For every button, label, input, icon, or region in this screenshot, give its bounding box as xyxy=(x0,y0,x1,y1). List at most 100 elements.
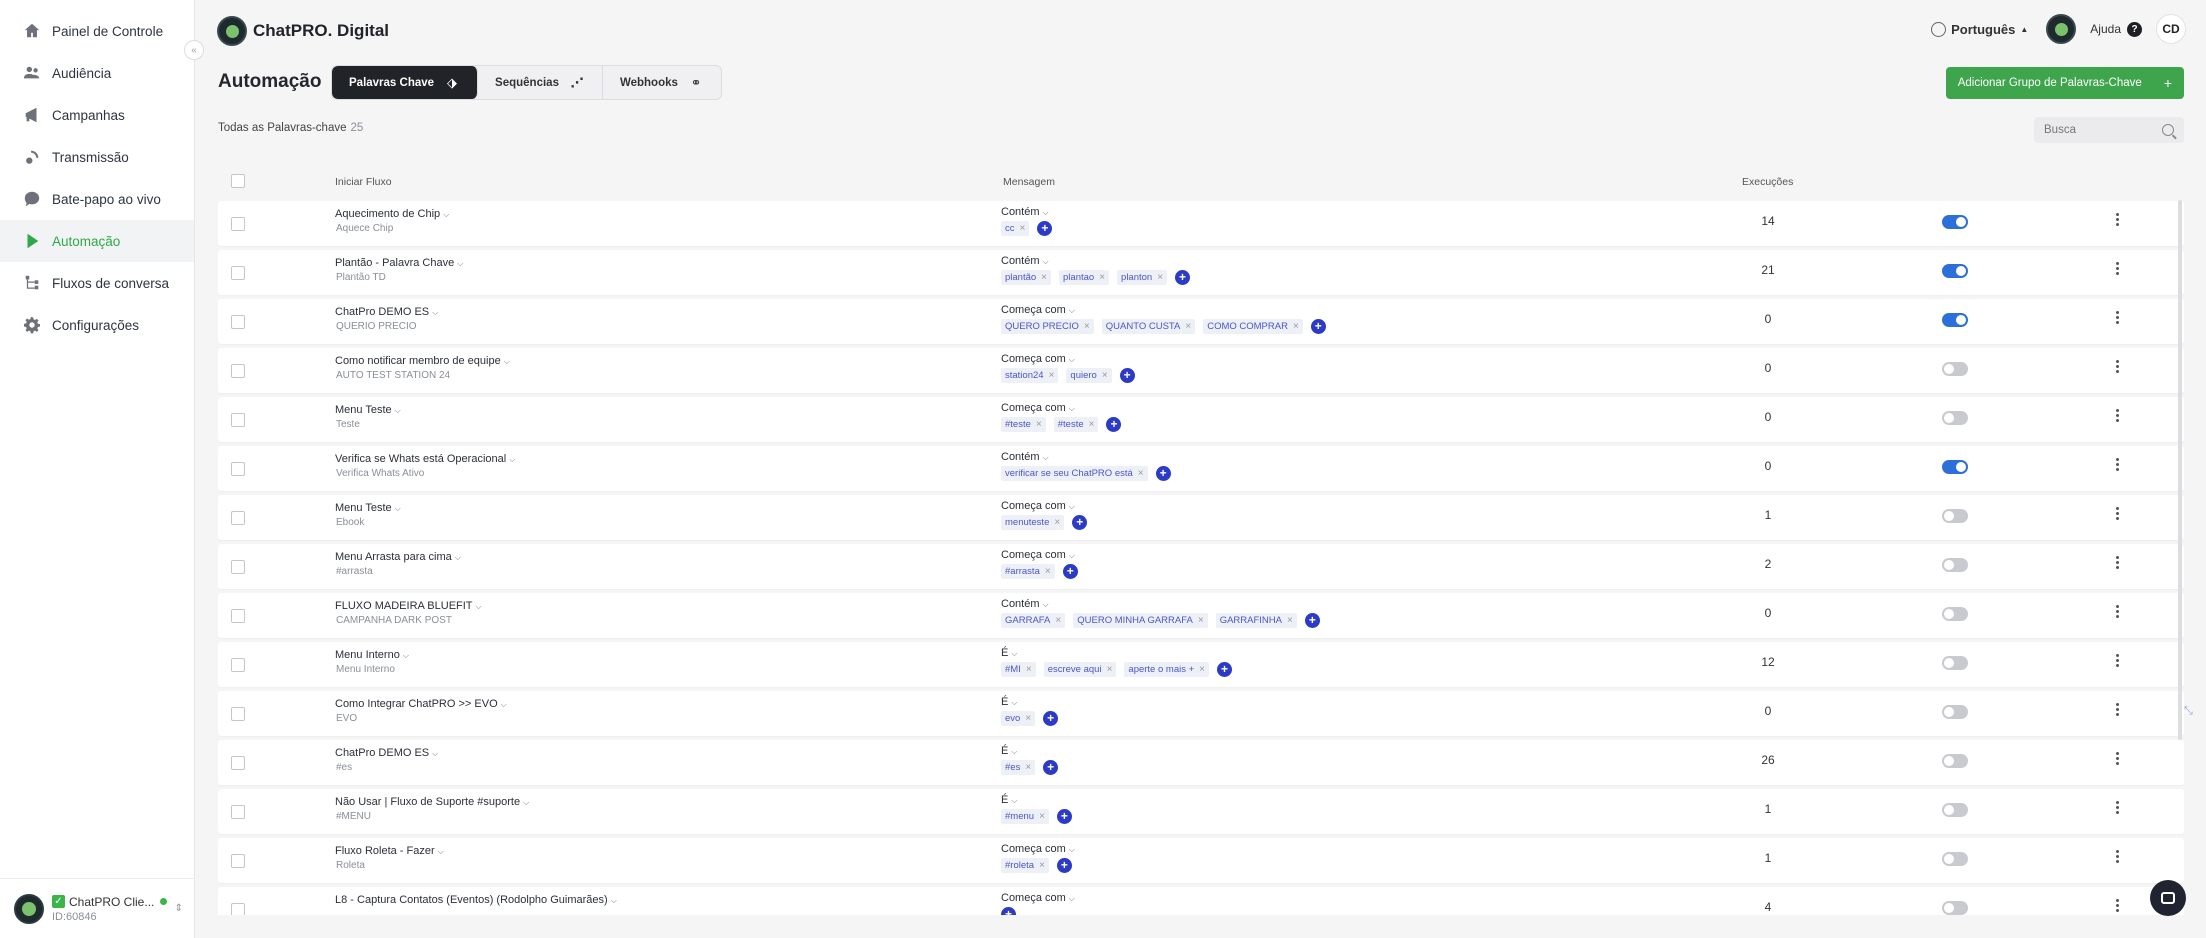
tab-webhooks[interactable]: Webhooks ⚭ xyxy=(603,66,721,99)
more-options-icon[interactable] xyxy=(2114,458,2120,473)
remove-keyword-icon[interactable]: × xyxy=(1089,419,1095,430)
table-row[interactable]: Verifica se Whats está Operacional ⌵ Verif… xyxy=(218,446,2184,491)
enable-toggle[interactable] xyxy=(1942,852,1968,866)
table-row[interactable]: L8 - Captura Contatos (Eventos) (Rodolph… xyxy=(218,887,2184,915)
remove-keyword-icon[interactable]: × xyxy=(1198,615,1204,626)
flow-selector[interactable]: Plantão - Palavra Chave ⌵ xyxy=(335,257,463,269)
match-type-selector[interactable]: Começa com ⌵ xyxy=(1001,843,1075,855)
flow-selector[interactable]: Como Integrar ChatPRO >> EVO ⌵ xyxy=(335,698,507,710)
enable-toggle[interactable] xyxy=(1942,215,1968,229)
add-keyword-button[interactable]: + xyxy=(1062,564,1078,579)
match-type-selector[interactable]: Contém ⌵ xyxy=(1001,206,1049,218)
add-keyword-button[interactable]: + xyxy=(1175,270,1191,285)
table-row[interactable]: Menu Interno ⌵ Menu Interno É ⌵ #MI × escreve a… xyxy=(218,642,2184,687)
add-keyword-button[interactable]: + xyxy=(1119,368,1135,383)
enable-toggle[interactable] xyxy=(1942,411,1968,425)
match-type-selector[interactable]: Contém ⌵ xyxy=(1001,598,1049,610)
remove-keyword-icon[interactable]: × xyxy=(1041,272,1047,283)
match-type-selector[interactable]: É ⌵ xyxy=(1001,647,1017,659)
row-checkbox[interactable] xyxy=(231,707,245,721)
more-options-icon[interactable] xyxy=(2114,654,2120,669)
tab-palavras-chave[interactable]: Palavras Chave ⬗ xyxy=(332,66,479,99)
tab-sequencias[interactable]: Sequências ⋰ xyxy=(478,66,603,99)
column-header-executions[interactable]: Execuções xyxy=(1742,176,1793,188)
add-keyword-button[interactable]: + xyxy=(1106,417,1122,432)
enable-toggle[interactable] xyxy=(1942,901,1968,915)
enable-toggle[interactable] xyxy=(1942,558,1968,572)
enable-toggle[interactable] xyxy=(1942,656,1968,670)
enable-toggle[interactable] xyxy=(1942,607,1968,621)
search-icon[interactable] xyxy=(2162,124,2174,136)
flow-selector[interactable]: Verifica se Whats está Operacional ⌵ xyxy=(335,453,515,465)
remove-keyword-icon[interactable]: × xyxy=(1036,419,1042,430)
table-row[interactable]: Menu Teste ⌵ Teste Começa com ⌵ #teste × #teste… xyxy=(218,397,2184,442)
more-options-icon[interactable] xyxy=(2114,801,2120,816)
support-chat-button[interactable] xyxy=(2150,880,2186,916)
row-checkbox[interactable] xyxy=(231,854,245,868)
select-all-checkbox[interactable] xyxy=(231,174,245,188)
remove-keyword-icon[interactable]: × xyxy=(1157,272,1163,283)
scrollbar[interactable] xyxy=(2178,200,2182,740)
table-row[interactable]: Plantão - Palavra Chave ⌵ Plantão TD Contém… xyxy=(218,250,2184,295)
match-type-selector[interactable]: Começa com ⌵ xyxy=(1001,892,1075,904)
column-header-flow[interactable]: Iniciar Fluxo xyxy=(335,176,392,188)
sidebar-item-painel-de-controle[interactable]: Painel de Controle xyxy=(0,10,194,52)
remove-keyword-icon[interactable]: × xyxy=(1199,664,1205,675)
avatar[interactable] xyxy=(2046,14,2077,44)
row-checkbox[interactable] xyxy=(231,462,245,476)
sidebar-item-campanhas[interactable]: Campanhas xyxy=(0,94,194,136)
flow-selector[interactable]: FLUXO MADEIRA BLUEFIT ⌵ xyxy=(335,600,482,612)
flow-selector[interactable]: ChatPro DEMO ES ⌵ xyxy=(335,306,438,318)
row-checkbox[interactable] xyxy=(231,560,245,574)
match-type-selector[interactable]: É ⌵ xyxy=(1001,696,1017,708)
flow-selector[interactable]: Menu Interno ⌵ xyxy=(335,649,409,661)
table-row[interactable]: Não Usar | Fluxo de Suporte #suporte ⌵ #ME… xyxy=(218,789,2184,834)
flow-selector[interactable]: Fluxo Roleta - Fazer ⌵ xyxy=(335,845,444,857)
table-row[interactable]: ChatPro DEMO ES ⌵ QUERIO PRECIO Começa com ⌵… xyxy=(218,299,2184,344)
remove-keyword-icon[interactable]: × xyxy=(1102,370,1108,381)
table-row[interactable]: Como Integrar ChatPRO >> EVO ⌵ EVO É ⌵ evo × +0 xyxy=(218,691,2184,736)
remove-keyword-icon[interactable]: × xyxy=(1025,713,1031,724)
remove-keyword-icon[interactable]: × xyxy=(1099,272,1105,283)
language-selector[interactable]: Português ▲ xyxy=(1931,21,2028,37)
table-row[interactable]: ChatPro DEMO ES ⌵ #es É ⌵ #es × +26 xyxy=(218,740,2184,785)
match-type-selector[interactable]: Contém ⌵ xyxy=(1001,255,1049,267)
flow-selector[interactable]: L8 - Captura Contatos (Eventos) (Rodolph… xyxy=(335,894,617,906)
remove-keyword-icon[interactable]: × xyxy=(1045,566,1051,577)
row-checkbox[interactable] xyxy=(231,609,245,623)
flow-selector[interactable]: Aquecimento de Chip ⌵ xyxy=(335,208,449,220)
match-type-selector[interactable]: É ⌵ xyxy=(1001,745,1017,757)
add-keyword-button[interactable]: + xyxy=(1304,613,1320,628)
enable-toggle[interactable] xyxy=(1942,362,1968,376)
more-options-icon[interactable] xyxy=(2114,213,2120,228)
more-options-icon[interactable] xyxy=(2114,507,2120,522)
more-options-icon[interactable] xyxy=(2114,850,2120,865)
enable-toggle[interactable] xyxy=(1942,803,1968,817)
sidebar-item-automacao[interactable]: Automação xyxy=(0,220,194,262)
more-options-icon[interactable] xyxy=(2114,605,2120,620)
enable-toggle[interactable] xyxy=(1942,264,1968,278)
brand-logo[interactable]: ChatPRO. Digital xyxy=(217,16,389,46)
remove-keyword-icon[interactable]: × xyxy=(1025,762,1031,773)
remove-keyword-icon[interactable]: × xyxy=(1084,321,1090,332)
row-checkbox[interactable] xyxy=(231,413,245,427)
table-row[interactable]: Aquecimento de Chip ⌵ Aquece Chip Contém ⌵ cc… xyxy=(218,201,2184,246)
search-input[interactable]: Busca xyxy=(2034,117,2184,143)
more-options-icon[interactable] xyxy=(2114,752,2120,767)
match-type-selector[interactable]: É ⌵ xyxy=(1001,794,1017,806)
flow-selector[interactable]: Menu Teste ⌵ xyxy=(335,502,401,514)
more-options-icon[interactable] xyxy=(2114,360,2120,375)
remove-keyword-icon[interactable]: × xyxy=(1287,615,1293,626)
match-type-selector[interactable]: Começa com ⌵ xyxy=(1001,549,1075,561)
row-checkbox[interactable] xyxy=(231,364,245,378)
more-options-icon[interactable] xyxy=(2114,703,2120,718)
remove-keyword-icon[interactable]: × xyxy=(1049,370,1055,381)
add-keyword-button[interactable]: + xyxy=(1037,221,1053,236)
enable-toggle[interactable] xyxy=(1942,509,1968,523)
more-options-icon[interactable] xyxy=(2114,311,2120,326)
add-keyword-button[interactable]: + xyxy=(1310,319,1326,334)
flow-selector[interactable]: ChatPro DEMO ES ⌵ xyxy=(335,747,438,759)
flow-selector[interactable]: Não Usar | Fluxo de Suporte #suporte ⌵ xyxy=(335,796,529,808)
match-type-selector[interactable]: Começa com ⌵ xyxy=(1001,402,1075,414)
match-type-selector[interactable]: Começa com ⌵ xyxy=(1001,500,1075,512)
